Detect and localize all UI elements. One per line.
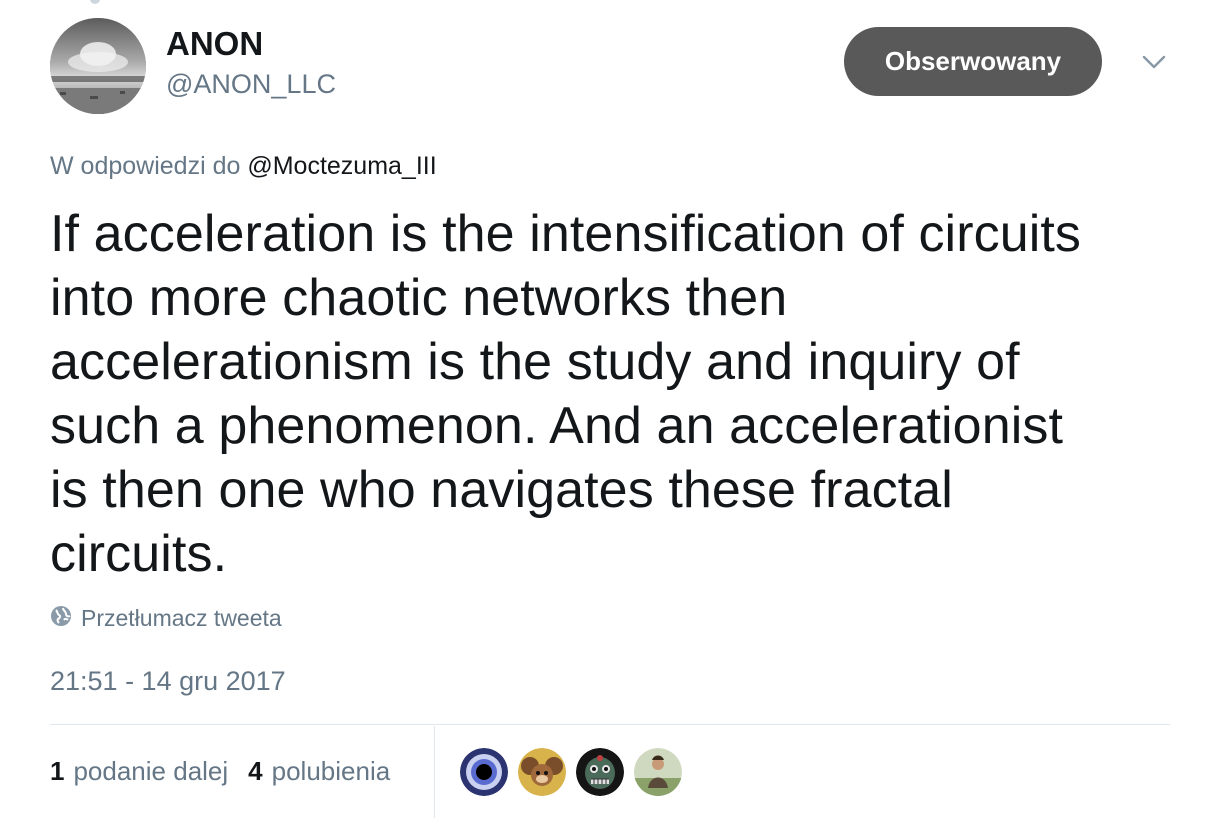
translate-label: Przetłumacz tweeta: [81, 605, 282, 631]
avatar-image: [50, 18, 146, 114]
reply-prefix: W odpowiedzi do: [50, 152, 241, 180]
stats-vertical-divider: [434, 726, 435, 818]
reply-context: W odpowiedzi do @Moctezuma_III: [50, 150, 437, 182]
tweet-text: If acceleration is the intensification o…: [50, 205, 1082, 583]
tweet-timestamp[interactable]: 21:51 - 14 gru 2017: [50, 664, 286, 698]
translate-tweet-link[interactable]: Przetłumacz tweeta: [50, 603, 282, 633]
liker-avatars: [460, 748, 692, 796]
likes-label: polubienia: [271, 756, 391, 786]
liker-avatar[interactable]: [634, 748, 682, 796]
globe-icon: [50, 605, 72, 632]
reply-mention-link[interactable]: @Moctezuma_III: [247, 152, 436, 180]
liker-avatar[interactable]: [460, 748, 508, 796]
stats-divider: [50, 724, 1170, 725]
retweets-stat[interactable]: 1 podanie dalej: [50, 754, 228, 788]
likes-count: 4: [248, 756, 263, 786]
display-name[interactable]: ANON: [166, 24, 263, 64]
retweets-label: podanie dalej: [73, 756, 229, 786]
thread-connector-dot: [90, 0, 100, 4]
chevron-down-icon[interactable]: [1138, 50, 1170, 74]
following-button[interactable]: Obserwowany: [844, 27, 1102, 96]
user-handle[interactable]: @ANON_LLC: [166, 68, 336, 100]
likes-stat[interactable]: 4 polubienia: [248, 754, 390, 788]
avatar[interactable]: [50, 18, 146, 114]
tweet-stats: 1 podanie dalej 4 polubienia: [50, 754, 410, 788]
liker-avatar[interactable]: [576, 748, 624, 796]
retweets-count: 1: [50, 756, 65, 786]
liker-avatar[interactable]: [518, 748, 566, 796]
